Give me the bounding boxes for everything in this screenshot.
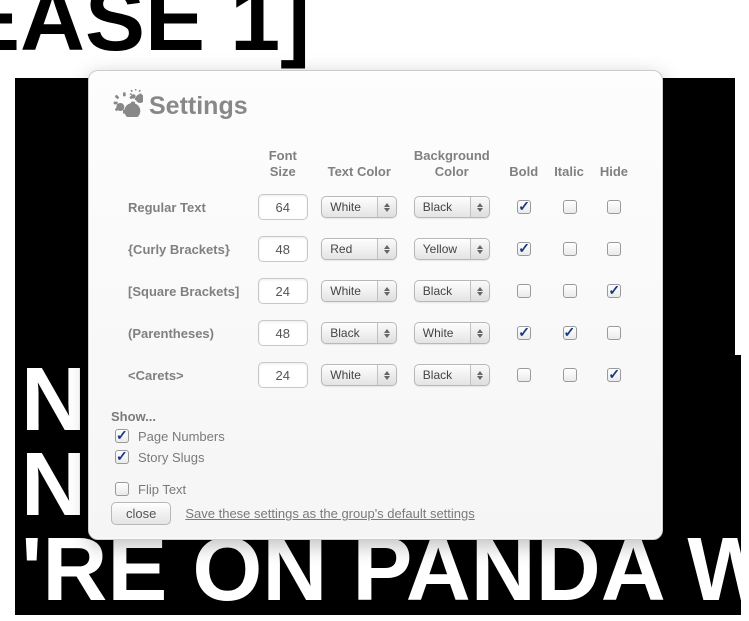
row-label: <Carets> bbox=[127, 361, 245, 389]
bg-line-1: EASE 1] bbox=[0, 0, 749, 80]
gear-icon bbox=[111, 89, 143, 124]
col-bg-color: Background Color bbox=[406, 148, 497, 179]
panel-footer: close Save these settings as the group's… bbox=[111, 502, 475, 525]
hide-checkbox[interactable] bbox=[607, 326, 621, 340]
bold-checkbox[interactable] bbox=[517, 242, 531, 256]
save-defaults-label: Save these settings as the group's defau… bbox=[185, 506, 474, 521]
font-size-input[interactable] bbox=[258, 236, 308, 262]
col-hide: Hide bbox=[596, 148, 632, 179]
bg-color-select[interactable]: Black bbox=[414, 280, 490, 302]
text-color-select[interactable]: White bbox=[321, 196, 397, 218]
bold-checkbox[interactable] bbox=[517, 284, 531, 298]
chevron-updown-icon bbox=[377, 281, 396, 301]
settings-row: <Carets> White Black bbox=[127, 361, 632, 389]
settings-grid: Font Size Text Color Background Color Bo… bbox=[119, 134, 640, 403]
show-block: Show... Page Numbers Story Slugs Flip Tex… bbox=[111, 409, 640, 499]
hide-checkbox[interactable] bbox=[607, 200, 621, 214]
row-label: [Square Brackets] bbox=[127, 277, 245, 305]
chevron-updown-icon bbox=[377, 323, 396, 343]
save-defaults-link[interactable]: Save these settings as the group's defau… bbox=[185, 506, 474, 521]
close-button[interactable]: close bbox=[111, 502, 171, 525]
bold-checkbox[interactable] bbox=[517, 326, 531, 340]
row-label: (Parentheses) bbox=[127, 319, 245, 347]
font-size-input[interactable] bbox=[258, 194, 308, 220]
show-header: Show... bbox=[111, 409, 640, 424]
show-option-label: Story Slugs bbox=[138, 450, 204, 465]
settings-row: {Curly Brackets} Red Yellow bbox=[127, 235, 632, 263]
text-color-select[interactable]: Red bbox=[321, 238, 397, 260]
italic-checkbox[interactable] bbox=[563, 200, 577, 214]
chevron-updown-icon bbox=[377, 239, 396, 259]
col-font-size: Font Size bbox=[253, 148, 312, 179]
bg-color-select[interactable]: White bbox=[414, 322, 490, 344]
hide-checkbox[interactable] bbox=[607, 284, 621, 298]
settings-row: [Square Brackets] White Black bbox=[127, 277, 632, 305]
col-bold: Bold bbox=[505, 148, 542, 179]
show-option[interactable]: Story Slugs bbox=[111, 447, 640, 467]
bg-color-select[interactable]: Black bbox=[414, 196, 490, 218]
flip-text-checkbox[interactable] bbox=[115, 482, 129, 496]
text-color-select[interactable]: White bbox=[321, 364, 397, 386]
col-text-color: Text Color bbox=[320, 148, 398, 179]
text-color-select[interactable]: White bbox=[321, 280, 397, 302]
chevron-updown-icon bbox=[470, 239, 489, 259]
panel-title: Settings bbox=[111, 89, 640, 124]
show-option-checkbox[interactable] bbox=[115, 429, 129, 443]
chevron-updown-icon bbox=[470, 281, 489, 301]
show-option-checkbox[interactable] bbox=[115, 450, 129, 464]
italic-checkbox[interactable] bbox=[563, 284, 577, 298]
settings-panel: Settings Font Size Text Color Background… bbox=[88, 70, 663, 540]
settings-row: Regular Text White Black bbox=[127, 193, 632, 221]
text-color-select[interactable]: Black bbox=[321, 322, 397, 344]
italic-checkbox[interactable] bbox=[563, 368, 577, 382]
show-option[interactable]: Page Numbers bbox=[111, 426, 640, 446]
panel-title-text: Settings bbox=[149, 92, 248, 121]
chevron-updown-icon bbox=[377, 197, 396, 217]
font-size-input[interactable] bbox=[258, 362, 308, 388]
bold-checkbox[interactable] bbox=[517, 200, 531, 214]
bg-color-select[interactable]: Black bbox=[414, 364, 490, 386]
flip-text-row[interactable]: Flip Text bbox=[111, 479, 640, 499]
hide-checkbox[interactable] bbox=[607, 368, 621, 382]
hide-checkbox[interactable] bbox=[607, 242, 621, 256]
italic-checkbox[interactable] bbox=[563, 242, 577, 256]
bold-checkbox[interactable] bbox=[517, 368, 531, 382]
close-button-label: close bbox=[126, 506, 156, 521]
row-label: {Curly Brackets} bbox=[127, 235, 245, 263]
font-size-input[interactable] bbox=[258, 278, 308, 304]
col-italic: Italic bbox=[550, 148, 588, 179]
bg-color-select[interactable]: Yellow bbox=[414, 238, 490, 260]
row-label: Regular Text bbox=[127, 193, 245, 221]
flip-text-label: Flip Text bbox=[138, 482, 186, 497]
italic-checkbox[interactable] bbox=[563, 326, 577, 340]
viewport: EASE 1] NI NE 'RE ON PANDA W bbox=[0, 0, 749, 621]
font-size-input[interactable] bbox=[258, 320, 308, 346]
show-option-label: Page Numbers bbox=[138, 429, 225, 444]
chevron-updown-icon bbox=[470, 365, 489, 385]
chevron-updown-icon bbox=[377, 365, 396, 385]
settings-row: (Parentheses) Black White bbox=[127, 319, 632, 347]
chevron-updown-icon bbox=[470, 323, 489, 343]
chevron-updown-icon bbox=[470, 197, 489, 217]
